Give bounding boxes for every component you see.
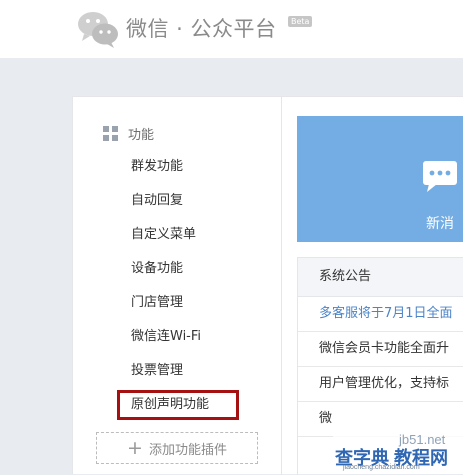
top-header: 微信 · 公众平台 Beta <box>0 0 463 58</box>
sidebar-item-auto-reply[interactable]: 自动回复 <box>131 190 183 212</box>
grid-icon <box>103 125 118 141</box>
add-plugin-label: 添加功能插件 <box>148 442 227 458</box>
sidebar-section-label: 功能 <box>128 127 155 143</box>
notice-title: 系统公告 <box>298 258 463 297</box>
notice-item[interactable]: 微信会员卡功能全面升 <box>298 332 463 367</box>
notice-item[interactable]: 用户管理优化，支持标 <box>298 367 463 402</box>
sidebar-item-custom-menu[interactable]: 自定义菜单 <box>131 224 196 246</box>
plus-icon: + <box>127 436 143 459</box>
banner-label: 新消 <box>426 216 454 232</box>
site-title[interactable]: 微信 · 公众平台 <box>126 13 277 43</box>
sidebar-item-device[interactable]: 设备功能 <box>131 258 183 280</box>
beta-badge: Beta <box>288 16 313 27</box>
sidebar-item-mass-send[interactable]: 群发功能 <box>131 156 183 178</box>
sidebar-item-store-management[interactable]: 门店管理 <box>131 292 183 314</box>
new-message-banner[interactable]: 新消 <box>297 116 463 242</box>
add-plugin-button[interactable]: + 添加功能插件 <box>96 432 258 464</box>
sidebar-item-wifi[interactable]: 微信连Wi-Fi <box>131 326 201 348</box>
sidebar-item-voting[interactable]: 投票管理 <box>131 360 183 382</box>
sidebar: 功能 群发功能 自动回复 自定义菜单 设备功能 门店管理 微信连Wi-Fi 投票… <box>73 97 282 475</box>
highlight-annotation-box <box>117 390 239 420</box>
site-watermark: jb51.net 查字典 教程网 jiaocheng.chazidian.com <box>333 430 463 474</box>
notice-item[interactable]: 多客服将于7月1日全面 <box>298 297 463 332</box>
chat-bubble-icon <box>423 161 457 192</box>
sidebar-section-header: 功能 <box>103 124 155 143</box>
watermark-url: jiaocheng.chazidian.com <box>343 464 420 471</box>
wechat-logo-icon[interactable] <box>76 9 120 49</box>
main-panel: 功能 群发功能 自动回复 自定义菜单 设备功能 门店管理 微信连Wi-Fi 投票… <box>72 96 463 475</box>
